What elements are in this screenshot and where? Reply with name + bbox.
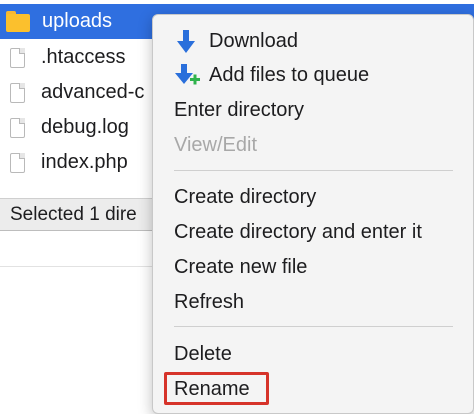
menu-item-label: Create new file [174, 256, 308, 278]
menu-item-label: Create directory and enter it [174, 221, 422, 243]
menu-item-create-directory-and-enter[interactable]: Create directory and enter it [153, 216, 473, 249]
document-icon [10, 47, 25, 68]
menu-separator [174, 170, 453, 171]
document-icon [10, 117, 25, 138]
file-name: index.php [41, 151, 128, 173]
menu-separator [174, 326, 453, 327]
file-name: debug.log [41, 116, 129, 138]
download-arrow-icon [175, 29, 197, 55]
menu-item-label: Enter directory [174, 99, 305, 121]
menu-item-label: Delete [174, 343, 232, 365]
menu-item-label: View/Edit [174, 134, 258, 156]
folder-icon [6, 10, 30, 32]
menu-item-label: Create directory [174, 186, 317, 208]
menu-item-label: Rename [174, 378, 250, 400]
add-to-queue-icon [175, 63, 200, 89]
file-name: uploads [42, 10, 113, 32]
status-text: Selected 1 dire [10, 203, 137, 225]
menu-item-download[interactable]: Download [153, 25, 473, 58]
menu-item-create-new-file[interactable]: Create new file [153, 251, 473, 284]
menu-item-create-directory[interactable]: Create directory [153, 181, 473, 214]
menu-item-delete[interactable]: Delete [153, 338, 473, 371]
menu-item-view-edit: View/Edit [153, 129, 473, 162]
context-menu: Download Add files to queue Enter direct… [152, 14, 474, 414]
file-name: advanced-c [41, 81, 145, 103]
document-icon [10, 82, 25, 103]
menu-item-enter-directory[interactable]: Enter directory [153, 94, 473, 127]
menu-item-label: Download [209, 30, 298, 52]
menu-item-add-files-to-queue[interactable]: Add files to queue [153, 59, 473, 92]
menu-item-rename[interactable]: Rename [153, 373, 473, 406]
menu-item-label: Refresh [174, 291, 245, 313]
file-name: .htaccess [41, 46, 126, 68]
document-icon [10, 152, 25, 173]
menu-item-refresh[interactable]: Refresh [153, 286, 473, 319]
menu-item-label: Add files to queue [209, 64, 370, 86]
